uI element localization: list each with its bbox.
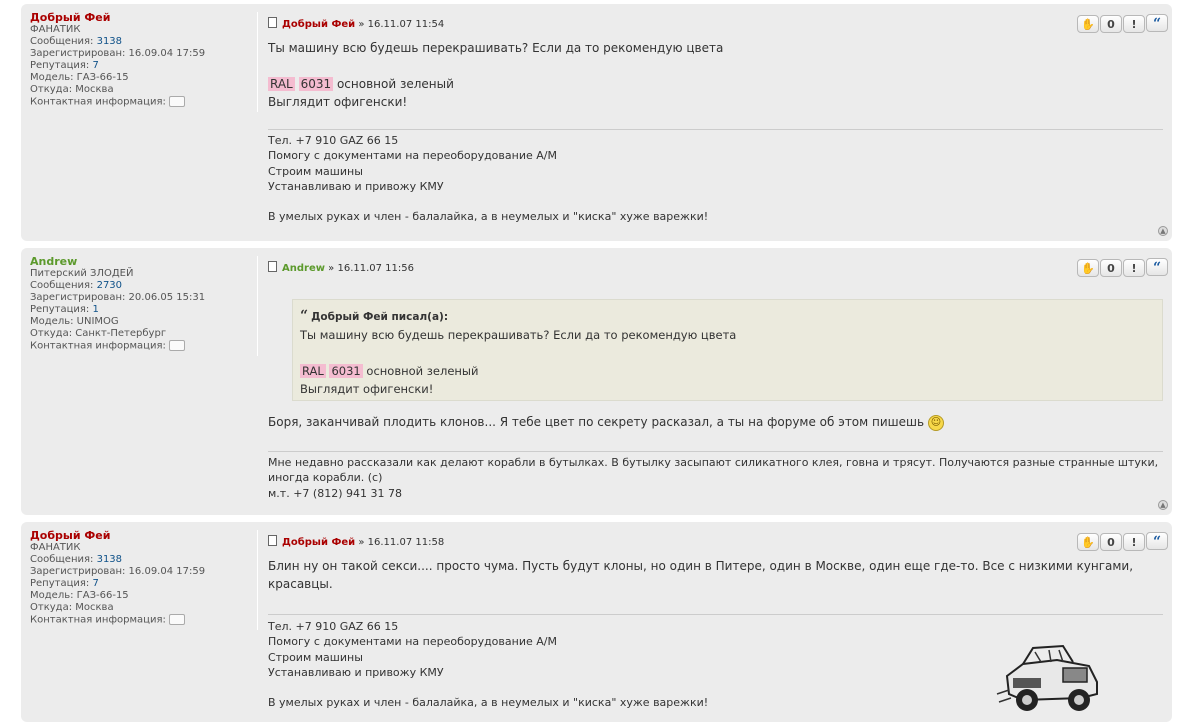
post-author[interactable]: Добрый Фей [282, 19, 355, 30]
profile-field-location: Откуда: Москва [30, 602, 114, 613]
like-button[interactable]: ✋ [1077, 15, 1099, 33]
reputation-button[interactable]: 0 [1100, 533, 1122, 551]
profile-divider [257, 12, 258, 112]
reputation-link[interactable]: 7 [92, 578, 98, 589]
posts-count-link[interactable]: 3138 [97, 554, 122, 565]
post-header: Добрый Фей » 16.11.07 11:54 [268, 17, 444, 30]
post-author[interactable]: Добрый Фей [282, 537, 355, 548]
post-content: Ты машину всю будешь перекрашивать? Если… [268, 41, 724, 109]
reputation-button[interactable]: 0 [1100, 15, 1122, 33]
posts-count-link[interactable]: 3138 [97, 36, 122, 47]
username[interactable]: Добрый Фей [30, 12, 256, 24]
like-button[interactable]: ✋ [1077, 259, 1099, 277]
post-author[interactable]: Andrew [282, 263, 325, 274]
post-header: Добрый Фей » 16.11.07 11:58 [268, 535, 444, 548]
reputation-link[interactable]: 1 [92, 304, 98, 315]
post-3: Добрый Фей ФАНАТИК Сообщения: 3138 Зарег… [21, 522, 1172, 722]
back-to-top-icon[interactable]: ▲ [1158, 500, 1168, 510]
post-buttons: ✋ 0! “ [1076, 531, 1168, 551]
post-date: 16.11.07 11:56 [337, 263, 414, 274]
quote-button[interactable]: “ [1146, 532, 1168, 550]
quote-button[interactable]: “ [1146, 258, 1168, 276]
truck-signature-image [996, 644, 1098, 711]
profile-field-model: Модель: ГАЗ-66-15 [30, 590, 129, 601]
posts-count-link[interactable]: 2730 [97, 280, 122, 291]
highlight-ral-number: 6031 [298, 77, 334, 91]
post-date: 16.11.07 11:54 [367, 19, 445, 30]
post-content: Блин ну он такой секси.... просто чума. … [268, 559, 1134, 591]
post-icon[interactable] [268, 261, 277, 272]
username[interactable]: Добрый Фей [30, 530, 256, 542]
back-to-top-icon[interactable]: ▲ [1158, 226, 1168, 236]
profile-field-location: Откуда: Санкт-Петербург [30, 328, 167, 339]
post-body: Добрый Фей » 16.11.07 11:58 ✋ 0! “ Блин ну… [268, 522, 1168, 722]
post-profile: Добрый Фей ФАНАТИК Сообщения: 3138 Зарег… [30, 12, 256, 109]
profile-field-registered: Зарегистрирован: 16.09.04 17:59 [30, 566, 206, 577]
quote-block: “Добрый Фей писал(а): Ты машину всю буде… [292, 299, 1163, 401]
post-body: Добрый Фей » 16.11.07 11:54 ✋ 0! “ Ты маши… [268, 4, 1168, 241]
profile-field-model: Модель: ГАЗ-66-15 [30, 72, 129, 83]
highlight-ral: RAL [300, 364, 326, 378]
profile-field-registered: Зарегистрирован: 20.06.05 15:31 [30, 292, 206, 303]
profile-field-reputation: Репутация: 7 [30, 578, 99, 589]
profile-field-contact: Контактная информация: [30, 340, 256, 353]
speech-bubble-icon[interactable] [168, 340, 185, 351]
post-profile: Добрый Фей ФАНАТИК Сообщения: 3138 Зарег… [30, 530, 256, 627]
profile-field-location: Откуда: Москва [30, 84, 114, 95]
profile-divider [257, 256, 258, 356]
post-header: Andrew » 16.11.07 11:56 [268, 261, 414, 274]
quote-mark-icon: “ [300, 308, 309, 324]
username[interactable]: Andrew [30, 256, 256, 268]
profile-field-reputation: Репутация: 7 [30, 60, 99, 71]
highlight-ral: RAL [268, 77, 295, 91]
post-signature: Мне недавно рассказали как делают корабл… [268, 451, 1163, 501]
post-1: Добрый Фей ФАНАТИК Сообщения: 3138 Зарег… [21, 4, 1172, 241]
profile-field-registered: Зарегистрирован: 16.09.04 17:59 [30, 48, 206, 59]
report-button[interactable]: ! [1123, 15, 1145, 33]
user-rank: ФАНАТИК [30, 542, 81, 553]
profile-field-posts: Сообщения: 3138 [30, 36, 123, 47]
post-buttons: ✋ 0! “ [1076, 257, 1168, 277]
speech-bubble-icon[interactable] [168, 614, 185, 625]
profile-field-posts: Сообщения: 2730 [30, 280, 123, 291]
speech-bubble-icon[interactable] [168, 96, 185, 107]
post-2: Andrew Питерский ЗЛОДЕЙ Сообщения: 2730 … [21, 248, 1172, 515]
like-button[interactable]: ✋ [1077, 533, 1099, 551]
post-date: 16.11.07 11:58 [367, 537, 445, 548]
quote-button[interactable]: “ [1146, 14, 1168, 32]
profile-field-contact: Контактная информация: [30, 614, 256, 627]
post-profile: Andrew Питерский ЗЛОДЕЙ Сообщения: 2730 … [30, 256, 256, 353]
post-body: Andrew » 16.11.07 11:56 ✋ 0! “ “Добрый Фей… [268, 248, 1168, 515]
smiley-icon: ☺ [927, 414, 944, 431]
post-icon[interactable] [268, 535, 277, 546]
user-rank: Питерский ЗЛОДЕЙ [30, 268, 134, 279]
profile-field-model: Модель: UNIMOG [30, 316, 119, 327]
user-rank: ФАНАТИК [30, 24, 81, 35]
reputation-link[interactable]: 7 [92, 60, 98, 71]
profile-field-reputation: Репутация: 1 [30, 304, 99, 315]
post-content: Боря, заканчивай плодить клонов... Я теб… [268, 413, 944, 431]
post-buttons: ✋ 0! “ [1076, 13, 1168, 33]
profile-field-contact: Контактная информация: [30, 96, 256, 109]
quote-cite: “Добрый Фей писал(а): [300, 308, 449, 324]
highlight-ral-number: 6031 [329, 364, 363, 378]
profile-divider [257, 530, 258, 630]
post-signature: Тел. +7 910 GAZ 66 15 Помогу с документа… [268, 129, 1163, 225]
reputation-button[interactable]: 0 [1100, 259, 1122, 277]
post-icon[interactable] [268, 17, 277, 28]
report-button[interactable]: ! [1123, 533, 1145, 551]
profile-field-posts: Сообщения: 3138 [30, 554, 123, 565]
report-button[interactable]: ! [1123, 259, 1145, 277]
